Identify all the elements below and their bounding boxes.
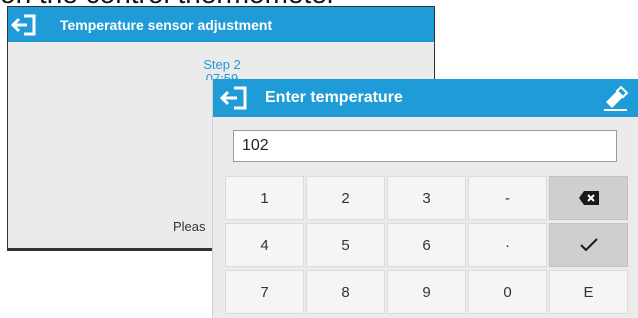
- temperature-input[interactable]: 102: [233, 130, 617, 162]
- key-exponent[interactable]: E: [549, 270, 628, 314]
- key-minus[interactable]: -: [468, 176, 547, 220]
- key-7[interactable]: 7: [225, 270, 304, 314]
- enter-temperature-dialog: Enter temperature 102 1 2 3 - 4 5 6 · 7 …: [213, 79, 638, 318]
- key-4[interactable]: 4: [225, 223, 304, 267]
- dialog-title: Temperature sensor adjustment: [60, 16, 273, 33]
- key-1[interactable]: 1: [225, 176, 304, 220]
- backspace-button[interactable]: [549, 176, 628, 220]
- key-3[interactable]: 3: [387, 176, 466, 220]
- key-0[interactable]: 0: [468, 270, 547, 314]
- key-6[interactable]: 6: [387, 223, 466, 267]
- exit-icon: [11, 14, 36, 35]
- instruction-text: Pleas: [173, 219, 206, 234]
- key-5[interactable]: 5: [306, 223, 385, 267]
- exit-icon: [220, 86, 247, 110]
- backspace-icon: [578, 191, 599, 205]
- exit-button[interactable]: [8, 7, 40, 42]
- confirm-button[interactable]: [549, 223, 628, 267]
- keypad-title: Enter temperature: [265, 89, 403, 106]
- dialog-header: Temperature sensor adjustment: [8, 7, 434, 42]
- checkmark-icon: [579, 238, 598, 252]
- key-decimal[interactable]: ·: [468, 223, 547, 267]
- keypad-grid: 1 2 3 - 4 5 6 · 7 8 9 0 E: [225, 176, 630, 317]
- keypad-header: Enter temperature: [213, 79, 638, 117]
- step-label: Step 2: [203, 57, 241, 72]
- key-8[interactable]: 8: [306, 270, 385, 314]
- eraser-icon[interactable]: [600, 83, 630, 113]
- key-2[interactable]: 2: [306, 176, 385, 220]
- keypad-exit-button[interactable]: [217, 79, 251, 117]
- key-9[interactable]: 9: [387, 270, 466, 314]
